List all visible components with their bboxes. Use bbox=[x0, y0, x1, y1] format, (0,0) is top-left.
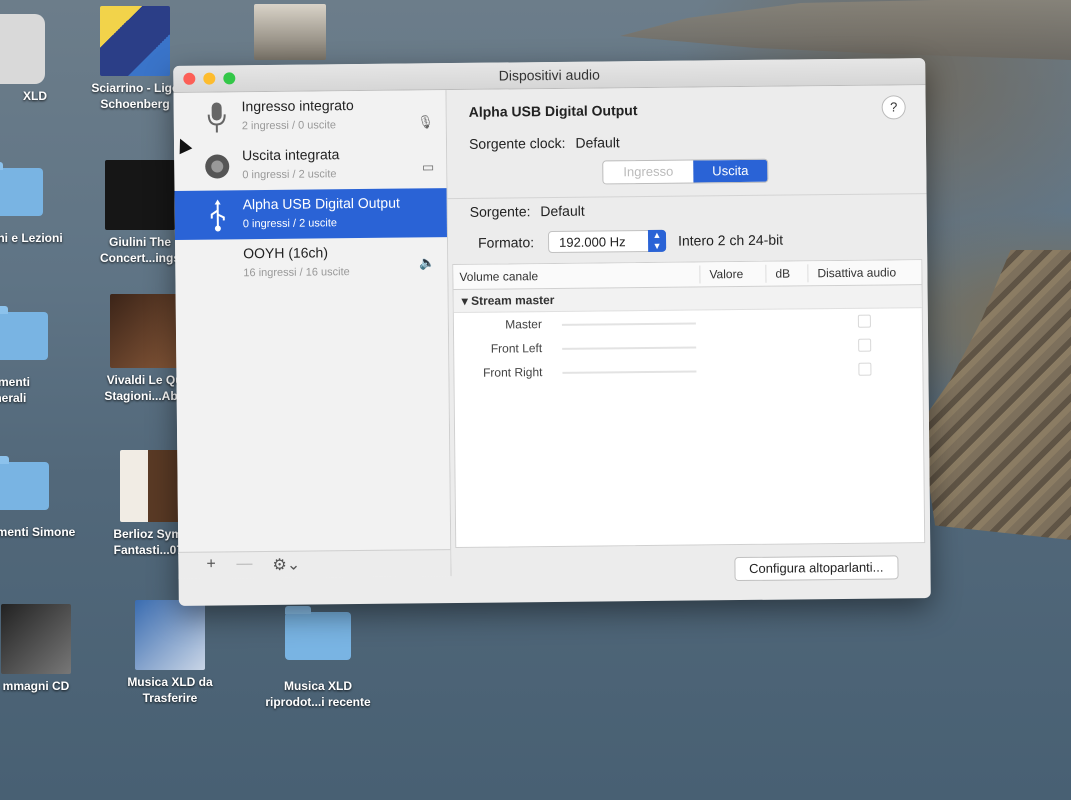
channel-label: Front Left bbox=[490, 341, 543, 356]
desktop-icon-musica-xld-riprodot[interactable]: Musica XLD riprodot...i recente bbox=[258, 606, 378, 710]
format-label: Formato: bbox=[477, 234, 535, 251]
album-cover-icon bbox=[1, 604, 71, 674]
folder-icon bbox=[285, 606, 351, 660]
minimize-button[interactable] bbox=[203, 72, 216, 85]
desktop-icon-label: menti Simone bbox=[0, 525, 76, 539]
channel-volume-table: Volume canale Valore dB Disattiva audio … bbox=[452, 259, 926, 549]
album-cover-icon bbox=[105, 160, 175, 230]
disclosure-triangle-icon[interactable]: ▾ bbox=[462, 294, 468, 308]
album-cover-icon bbox=[100, 6, 170, 76]
device-channels: 0 ingressi / 2 uscite bbox=[242, 217, 338, 231]
desktop-icon-label: Musica XLD da Trasferire bbox=[127, 675, 213, 705]
album-cover-icon bbox=[254, 4, 326, 60]
desktop-icon-xld[interactable]: XLD bbox=[0, 14, 75, 104]
device-channels: 2 ingressi / 0 uscite bbox=[241, 119, 337, 133]
speaker-icon bbox=[205, 154, 230, 179]
add-device-button[interactable]: + bbox=[206, 556, 216, 574]
table-header: Volume canale Valore dB Disattiva audio bbox=[453, 260, 922, 291]
tab-uscita[interactable]: Uscita bbox=[693, 159, 768, 183]
desktop-icon-label: Musica XLD riprodot...i recente bbox=[265, 679, 371, 709]
device-name: OOYH (16ch) bbox=[243, 244, 329, 262]
format-select-value: 192.000 Hz bbox=[558, 234, 626, 250]
desktop-icon-musica-xld-trasferire[interactable]: Musica XLD da Trasferire bbox=[110, 600, 230, 706]
desktop-icon-label: cumenti enerali bbox=[0, 375, 30, 405]
sidebar-footer: + — ⚙⌄ bbox=[178, 549, 451, 579]
column-header-db[interactable]: dB bbox=[775, 267, 790, 281]
format-description: Intero 2 ch 24-bit bbox=[677, 231, 784, 249]
folder-icon bbox=[0, 162, 43, 216]
volume-slider[interactable] bbox=[562, 346, 697, 350]
device-name: Uscita integrata bbox=[242, 146, 340, 164]
gear-menu-button[interactable]: ⚙⌄ bbox=[272, 555, 300, 575]
column-header-mute[interactable]: Disattiva audio bbox=[817, 265, 896, 280]
format-select[interactable]: 192.000 Hz ▲ ▼ bbox=[547, 229, 667, 254]
device-item-ooyh[interactable]: OOYH (16ch) 16 ingressi / 16 uscite 🔈 bbox=[175, 237, 447, 289]
input-output-segmented-control: Ingresso Uscita bbox=[602, 158, 769, 185]
device-name: Ingresso integrato bbox=[241, 97, 354, 115]
usb-icon bbox=[210, 199, 225, 232]
volume-icon: 🔈 bbox=[419, 255, 436, 271]
column-header-value[interactable]: Valore bbox=[709, 267, 743, 281]
mic-small-icon: 🎙 bbox=[417, 114, 434, 130]
channel-label: Master bbox=[505, 317, 542, 332]
album-cover-icon bbox=[135, 600, 205, 670]
device-list: Ingresso integrato 2 ingressi / 0 uscite… bbox=[173, 90, 452, 579]
configure-speakers-button[interactable]: Configura altoparlanti... bbox=[733, 555, 899, 582]
divider bbox=[447, 193, 927, 200]
mute-checkbox[interactable] bbox=[857, 314, 871, 328]
mute-checkbox[interactable] bbox=[858, 362, 872, 376]
stream-group-label: Stream master bbox=[470, 292, 555, 308]
source-label: Sorgente: bbox=[469, 203, 531, 220]
chevron-up-down-icon: ▲ ▼ bbox=[647, 229, 667, 252]
source-value[interactable]: Default bbox=[540, 203, 585, 219]
clock-source-value[interactable]: Default bbox=[575, 134, 620, 150]
desktop-icon-lezioni[interactable]: ni e Lezioni bbox=[0, 162, 70, 246]
desktop-icon-simone[interactable]: menti Simone bbox=[0, 456, 76, 540]
desktop-icon-portrait[interactable] bbox=[230, 4, 350, 60]
microphone-icon bbox=[207, 102, 226, 133]
device-name: Alpha USB Digital Output bbox=[242, 194, 400, 213]
desktop-icon-immagini-cd[interactable]: mmagni CD bbox=[0, 604, 96, 694]
help-button[interactable]: ? bbox=[881, 95, 906, 120]
folder-icon bbox=[0, 306, 48, 360]
close-button[interactable] bbox=[183, 72, 196, 85]
desktop-icon-label: XLD bbox=[23, 89, 47, 103]
mute-checkbox[interactable] bbox=[858, 338, 872, 352]
audio-devices-window: Dispositivi audio Ingresso integrato 2 i… bbox=[173, 58, 931, 606]
device-channels: 16 ingressi / 16 uscite bbox=[243, 266, 350, 280]
app-icon bbox=[0, 14, 45, 84]
volume-slider[interactable] bbox=[562, 370, 697, 374]
desktop-icon-documenti[interactable]: cumenti enerali bbox=[0, 306, 75, 406]
channel-label: Front Right bbox=[482, 365, 543, 380]
zoom-button[interactable] bbox=[223, 72, 236, 85]
background-rock-right bbox=[920, 250, 1071, 540]
desktop-icon-label: mmagni CD bbox=[2, 679, 70, 693]
folder-icon bbox=[0, 456, 49, 510]
tab-ingresso[interactable]: Ingresso bbox=[603, 160, 694, 184]
device-detail-panel: Alpha USB Digital Output ? Sorgente cloc… bbox=[446, 85, 931, 582]
desktop-icon-label: ni e Lezioni bbox=[0, 231, 63, 245]
column-header-channel[interactable]: Volume canale bbox=[459, 269, 538, 284]
album-cover-icon bbox=[110, 294, 186, 368]
device-item-alpha-usb[interactable]: Alpha USB Digital Output 0 ingressi / 2 … bbox=[174, 188, 448, 240]
table-row: Front Right bbox=[454, 356, 922, 385]
device-channels: 0 ingressi / 2 uscite bbox=[242, 168, 337, 182]
clock-source-row: Sorgente clock: Default bbox=[469, 134, 620, 152]
source-row: Sorgente: Default bbox=[470, 203, 585, 220]
display-icon: ▭ bbox=[421, 159, 435, 175]
volume-slider[interactable] bbox=[561, 322, 696, 326]
device-title: Alpha USB Digital Output bbox=[468, 102, 638, 120]
device-item-uscita-integrata[interactable]: Uscita integrata 0 ingressi / 2 uscite ▭ bbox=[174, 139, 446, 191]
background-rock-top bbox=[620, 0, 1071, 60]
clock-source-label: Sorgente clock: bbox=[468, 134, 566, 152]
remove-device-button[interactable]: — bbox=[236, 555, 252, 573]
device-item-ingresso-integrato[interactable]: Ingresso integrato 2 ingressi / 0 uscite… bbox=[173, 90, 445, 142]
